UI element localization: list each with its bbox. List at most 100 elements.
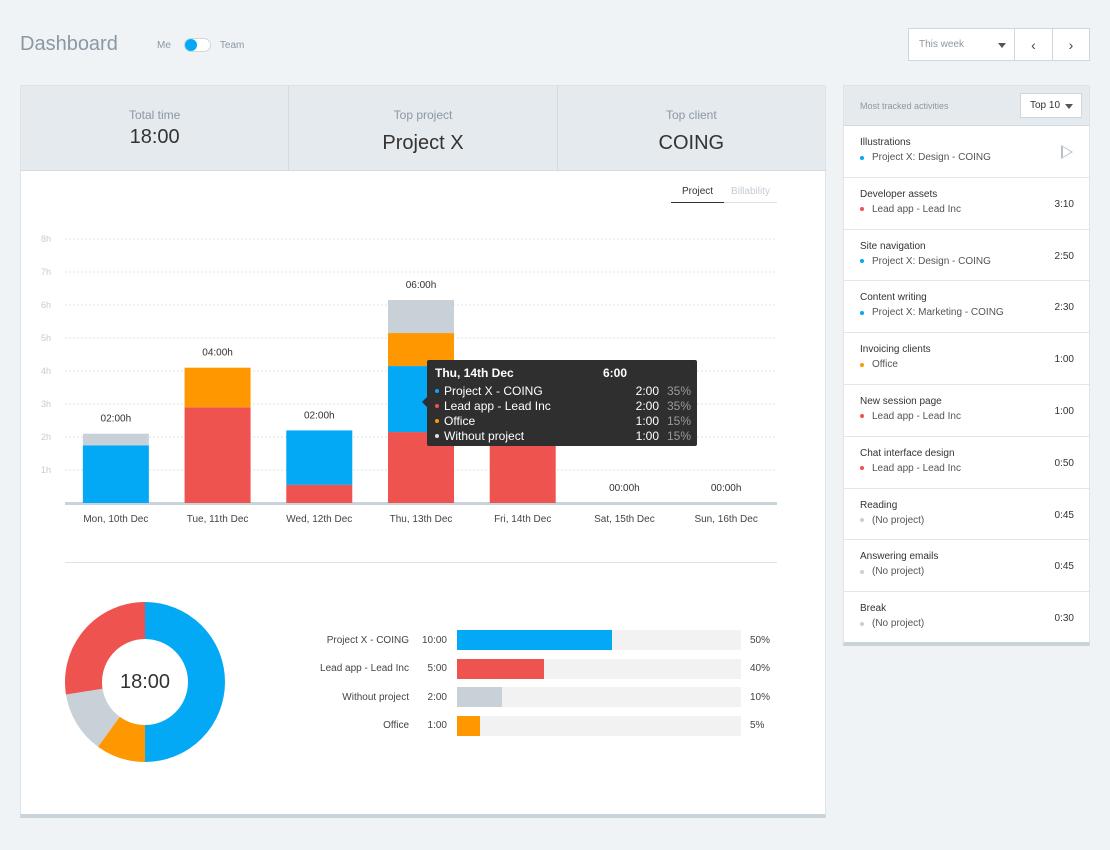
activity-time: 2:50 bbox=[1054, 250, 1074, 262]
top-count-value: Top 10 bbox=[1030, 100, 1061, 111]
bar-total-label: 04:00h bbox=[202, 348, 233, 359]
tooltip-header: Thu, 14th Dec 6:00 bbox=[435, 366, 689, 380]
activity-project: Project X: Design - COING bbox=[860, 152, 1089, 163]
dot-icon bbox=[860, 155, 864, 160]
activity-time: 1:00 bbox=[1054, 354, 1074, 366]
tooltip-row-name: Without project bbox=[444, 428, 525, 443]
activity-name: Illustrations bbox=[860, 137, 911, 148]
tooltip-row-pct: 15% bbox=[667, 428, 692, 443]
activity-project-label: Lead app - Lead Inc bbox=[872, 462, 961, 474]
bar-segment bbox=[82, 433, 149, 446]
y-tick-label: 5h bbox=[41, 333, 51, 343]
bar-segment bbox=[82, 445, 149, 503]
play-icon[interactable] bbox=[1061, 145, 1073, 159]
date-range-control: This week ‹ › bbox=[908, 28, 1090, 61]
activity-item[interactable]: New session page Lead app - Lead Inc 1:0… bbox=[844, 385, 1089, 437]
tooltip-row-name: Office bbox=[444, 413, 476, 428]
dot-icon bbox=[435, 403, 439, 408]
dot-icon bbox=[860, 207, 864, 212]
dot-icon bbox=[860, 466, 864, 471]
breakdown-name: Office bbox=[383, 720, 409, 732]
tooltip-row-time: 2:00 bbox=[635, 383, 659, 398]
activity-item[interactable]: Answering emails (No project) 0:45 bbox=[844, 540, 1089, 593]
activity-project-label: Office bbox=[872, 359, 898, 371]
caret-down-icon bbox=[998, 43, 1006, 48]
tooltip-row-time: 1:00 bbox=[635, 413, 659, 428]
activity-time: 0:45 bbox=[1054, 561, 1074, 573]
activity-time: 0:50 bbox=[1054, 457, 1074, 469]
activity-project-label: (No project) bbox=[872, 618, 925, 630]
tooltip-row: Office 1:00 15% bbox=[435, 413, 692, 428]
bar-total-label: 06:00h bbox=[406, 280, 437, 291]
y-tick-label: 3h bbox=[41, 399, 51, 409]
y-tick-label: 2h bbox=[41, 432, 51, 442]
breakdown-fill bbox=[457, 715, 480, 736]
tooltip-row-time: 1:00 bbox=[635, 428, 659, 443]
top-count-select[interactable]: Top 10 bbox=[1020, 93, 1082, 118]
activity-time: 0:30 bbox=[1054, 613, 1074, 625]
activity-item[interactable]: Content writing Project X: Marketing - C… bbox=[844, 281, 1089, 334]
breakdown-pct: 10% bbox=[750, 691, 771, 703]
chevron-left-icon: ‹ bbox=[1031, 36, 1036, 53]
weekly-bar-chart: 1h 2h 3h 4h 5h 6h 7h 8h 02:00h Mon, 10th Dec 04:00… bbox=[41, 234, 777, 525]
next-week-button[interactable]: › bbox=[1052, 29, 1089, 60]
x-tick-label: Sun, 16th Dec bbox=[694, 514, 757, 525]
activity-item[interactable]: Illustrations Project X: Design - COING bbox=[844, 126, 1089, 178]
breakdown-time: 2:00 bbox=[427, 691, 447, 703]
tooltip-row-name: Project X - COING bbox=[444, 383, 543, 398]
section-divider bbox=[65, 562, 777, 563]
x-tick-label: Mon, 10th Dec bbox=[83, 514, 148, 525]
tooltip-row: Without project 1:00 15% bbox=[435, 428, 692, 443]
activity-item[interactable]: Reading (No project) 0:45 bbox=[844, 489, 1089, 541]
dashboard-main-card: Total time 18:00 Top project Project X T… bbox=[20, 85, 826, 818]
breakdown-row: Office 1:00 5% bbox=[311, 712, 780, 741]
y-tick-label: 6h bbox=[41, 300, 51, 310]
date-range-select[interactable]: This week bbox=[909, 29, 1015, 60]
y-tick-label: 4h bbox=[41, 366, 51, 376]
activity-item[interactable]: Developer assets Lead app - Lead Inc 3:1… bbox=[844, 178, 1089, 230]
dot-icon bbox=[860, 259, 864, 264]
breakdown-track bbox=[457, 658, 741, 679]
bar-total-label: 00:00h bbox=[609, 483, 640, 494]
activity-item[interactable]: Invoicing clients Office 1:00 bbox=[844, 333, 1089, 385]
chart-tooltip: Thu, 14th Dec 6:00 Project X - COING 2:0… bbox=[422, 360, 697, 446]
me-team-toggle[interactable] bbox=[183, 38, 211, 52]
activity-project-label: (No project) bbox=[872, 514, 925, 526]
y-tick-label: 7h bbox=[41, 267, 51, 277]
x-tick-label: Wed, 12th Dec bbox=[286, 514, 352, 525]
x-tick-label: Thu, 13th Dec bbox=[390, 514, 453, 525]
tooltip-row-pct: 35% bbox=[667, 383, 692, 398]
y-tick-label: 1h bbox=[41, 465, 51, 475]
activity-item[interactable]: Break (No project) 0:30 bbox=[844, 592, 1089, 644]
breakdown-track bbox=[457, 687, 741, 708]
tooltip-row-name: Lead app - Lead Inc bbox=[444, 398, 551, 413]
activities-title: Most tracked activities bbox=[860, 100, 949, 111]
dot-icon bbox=[860, 518, 864, 523]
tooltip-row: Lead app - Lead Inc 2:00 35% bbox=[435, 398, 691, 413]
tooltip-row-pct: 15% bbox=[667, 413, 692, 428]
activity-project-label: Lead app - Lead Inc bbox=[872, 203, 961, 215]
previous-week-button[interactable]: ‹ bbox=[1015, 29, 1052, 60]
activity-item[interactable]: Site navigation Project X: Design - COIN… bbox=[844, 230, 1089, 282]
breakdown-fill bbox=[457, 687, 502, 708]
activity-time: 2:30 bbox=[1054, 302, 1074, 314]
activity-project-label: Project X: Marketing - COING bbox=[872, 307, 1004, 319]
breakdown-row: Lead app - Lead Inc 5:00 40% bbox=[311, 655, 780, 684]
dot-icon bbox=[860, 414, 864, 419]
bar-total-label: 02:00h bbox=[304, 410, 335, 421]
x-tick-label: Sat, 15th Dec bbox=[594, 514, 655, 525]
x-tick-label: Fri, 14th Dec bbox=[494, 514, 551, 525]
breakdown-name: Project X - COING bbox=[326, 634, 409, 646]
breakdown-track bbox=[457, 715, 741, 736]
project-breakdown: Project X - COING 10:00 50% Lead app - L… bbox=[311, 626, 780, 740]
breakdown-pct: 40% bbox=[750, 663, 771, 675]
caret-down-icon bbox=[1065, 104, 1073, 109]
activity-item[interactable]: Chat interface design Lead app - Lead In… bbox=[844, 437, 1089, 489]
toggle-knob bbox=[184, 39, 197, 51]
activity-project-label: Project X: Design - COING bbox=[872, 152, 991, 163]
activity-project-label: Lead app - Lead Inc bbox=[872, 410, 961, 422]
tooltip-row: Project X - COING 2:00 35% bbox=[435, 383, 692, 398]
activities-header: Most tracked activities Top 10 bbox=[844, 86, 1089, 126]
tooltip-date: Thu, 14th Dec bbox=[435, 366, 514, 380]
tooltip-total: 6:00 bbox=[603, 366, 628, 380]
